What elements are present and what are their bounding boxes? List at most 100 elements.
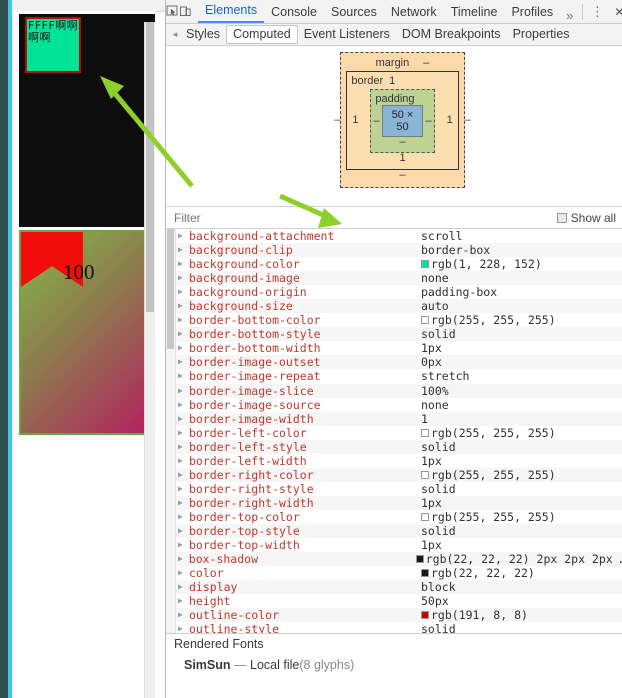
property-expand-triangle-icon[interactable]: ▶: [178, 271, 189, 285]
box-model-content[interactable]: 50 × 50: [381, 105, 424, 137]
property-expand-triangle-icon[interactable]: ▶: [178, 622, 189, 633]
property-row[interactable]: ▶ background-color rgb(1, 228, 152): [166, 257, 622, 271]
property-row[interactable]: ▶ background-size auto: [166, 299, 622, 314]
property-row[interactable]: ▶ outline-color rgb(191, 8, 8): [166, 608, 622, 623]
property-expand-triangle-icon[interactable]: ▶: [178, 243, 189, 257]
close-icon[interactable]: ✕: [608, 1, 622, 23]
inspected-element-swatch[interactable]: FFFF啊啊啊啊: [25, 17, 81, 73]
property-expand-triangle-icon[interactable]: ▶: [178, 510, 189, 524]
property-expand-triangle-icon[interactable]: ▶: [178, 496, 189, 510]
property-row[interactable]: ▶ height 50px: [166, 594, 622, 608]
property-expand-triangle-icon[interactable]: ▶: [178, 454, 189, 468]
property-expand-triangle-icon[interactable]: ▶: [178, 440, 189, 454]
property-expand-triangle-icon[interactable]: ▶: [178, 257, 189, 271]
property-expand-triangle-icon[interactable]: ▶: [178, 608, 189, 622]
subtab-scroll-left-icon[interactable]: ◂: [170, 29, 180, 40]
page-scrollbar-thumb[interactable]: [146, 22, 154, 312]
property-expand-triangle-icon[interactable]: ▶: [178, 285, 189, 299]
device-toolbar-icon[interactable]: [179, 1, 192, 23]
property-row[interactable]: ▶ border-right-width 1px: [166, 495, 622, 510]
property-expand-triangle-icon[interactable]: ▶: [178, 229, 189, 243]
property-row[interactable]: ▶ border-left-width 1px: [166, 454, 622, 468]
computed-properties-list[interactable]: ▶ background-attachment scroll ▶ background-…: [166, 229, 622, 633]
color-swatch-icon[interactable]: [421, 470, 429, 479]
box-model-margin[interactable]: margin – – border 1 1 padding – 50 × 50 …: [334, 52, 471, 188]
property-row[interactable]: ▶ color rgb(22, 22, 22): [166, 566, 622, 580]
box-model-diagram[interactable]: margin – – border 1 1 padding – 50 × 50 …: [334, 52, 471, 188]
property-expand-triangle-icon[interactable]: ▶: [178, 482, 189, 496]
properties-scrollbar[interactable]: [166, 229, 176, 633]
property-row[interactable]: ▶ border-left-style solid: [166, 439, 622, 454]
property-row[interactable]: ▶ border-top-style solid: [166, 523, 622, 539]
tab-network[interactable]: Network: [384, 1, 444, 23]
property-row[interactable]: ▶ border-image-source none: [166, 398, 622, 412]
color-swatch-icon[interactable]: [421, 512, 429, 521]
property-row[interactable]: ▶ border-image-slice 100%: [166, 383, 622, 398]
property-row[interactable]: ▶ border-right-style solid: [166, 482, 622, 496]
property-row[interactable]: ▶ box-shadow rgb(22, 22, 22) 2px 2px 2px …: [166, 552, 622, 567]
kebab-menu-icon[interactable]: ⋮: [586, 1, 608, 23]
show-all-checkbox[interactable]: [556, 212, 567, 223]
property-row[interactable]: ▶ border-left-color rgb(255, 255, 255): [166, 426, 622, 440]
property-name: outline-style: [189, 622, 280, 633]
property-row[interactable]: ▶ border-top-color rgb(255, 255, 255): [166, 510, 622, 524]
property-row[interactable]: ▶ border-bottom-style solid: [166, 327, 622, 342]
subtab-dom-breakpoints[interactable]: DOM Breakpoints: [396, 25, 507, 44]
subtab-event-listeners[interactable]: Event Listeners: [298, 25, 396, 44]
property-row[interactable]: ▶ background-origin padding-box: [166, 285, 622, 299]
property-row[interactable]: ▶ border-top-width 1px: [166, 538, 622, 552]
property-expand-triangle-icon[interactable]: ▶: [178, 299, 189, 313]
tab-elements[interactable]: Elements: [198, 0, 265, 23]
color-swatch-icon[interactable]: [415, 555, 424, 564]
subtab-computed[interactable]: Computed: [226, 25, 298, 44]
box-model-border[interactable]: border 1 1 padding – 50 × 50 – – 1 1: [346, 71, 459, 170]
property-name: background-origin: [189, 285, 307, 300]
color-swatch-icon[interactable]: [421, 316, 429, 325]
color-swatch-icon[interactable]: [421, 260, 429, 269]
properties-scrollbar-thumb[interactable]: [167, 229, 174, 349]
tab-sources[interactable]: Sources: [324, 1, 384, 23]
property-expand-triangle-icon[interactable]: ▶: [178, 384, 189, 398]
property-row[interactable]: ▶ background-clip border-box: [166, 243, 622, 258]
property-expand-triangle-icon[interactable]: ▶: [178, 355, 189, 369]
property-expand-triangle-icon[interactable]: ▶: [178, 566, 189, 580]
property-row[interactable]: ▶ outline-style solid: [166, 622, 622, 633]
property-expand-triangle-icon[interactable]: ▶: [178, 327, 189, 341]
tab-console[interactable]: Console: [264, 1, 324, 23]
property-expand-triangle-icon[interactable]: ▶: [178, 369, 189, 383]
property-expand-triangle-icon[interactable]: ▶: [178, 580, 189, 594]
show-all-toggle[interactable]: Show all: [556, 211, 616, 225]
property-row[interactable]: ▶ border-bottom-width 1px: [166, 341, 622, 355]
page-scrollbar[interactable]: [144, 22, 155, 698]
tab-timeline[interactable]: Timeline: [444, 1, 505, 23]
property-expand-triangle-icon[interactable]: ▶: [178, 552, 189, 566]
color-swatch-icon[interactable]: [421, 428, 429, 437]
property-value: scroll: [421, 229, 463, 243]
property-row[interactable]: ▶ display block: [166, 580, 622, 595]
more-tabs-chevron-icon[interactable]: »: [560, 8, 579, 23]
property-expand-triangle-icon[interactable]: ▶: [178, 538, 189, 552]
subtab-properties[interactable]: Properties: [507, 25, 576, 44]
property-expand-triangle-icon[interactable]: ▶: [178, 426, 189, 440]
property-row[interactable]: ▶ border-image-width 1: [166, 411, 622, 426]
property-expand-triangle-icon[interactable]: ▶: [178, 468, 189, 482]
color-swatch-icon[interactable]: [421, 569, 429, 578]
property-row[interactable]: ▶ background-attachment scroll: [166, 229, 622, 243]
property-expand-triangle-icon[interactable]: ▶: [178, 524, 189, 538]
property-expand-triangle-icon[interactable]: ▶: [178, 412, 189, 426]
filter-input[interactable]: [172, 209, 557, 226]
property-row[interactable]: ▶ border-bottom-color rgb(255, 255, 255): [166, 313, 622, 327]
property-expand-triangle-icon[interactable]: ▶: [178, 398, 189, 412]
property-expand-triangle-icon[interactable]: ▶: [178, 594, 189, 608]
inspect-element-icon[interactable]: [166, 1, 179, 23]
property-expand-triangle-icon[interactable]: ▶: [178, 341, 189, 355]
property-row[interactable]: ▶ border-image-repeat stretch: [166, 369, 622, 383]
property-row[interactable]: ▶ border-image-outset 0px: [166, 355, 622, 370]
subtab-styles[interactable]: Styles: [180, 25, 226, 44]
tab-profiles[interactable]: Profiles: [504, 1, 560, 23]
color-swatch-icon[interactable]: [421, 611, 429, 620]
box-model-padding[interactable]: padding – 50 × 50 – –: [370, 89, 435, 153]
property-expand-triangle-icon[interactable]: ▶: [178, 313, 189, 327]
property-row[interactable]: ▶ background-image none: [166, 271, 622, 286]
property-row[interactable]: ▶ border-right-color rgb(255, 255, 255): [166, 467, 622, 482]
